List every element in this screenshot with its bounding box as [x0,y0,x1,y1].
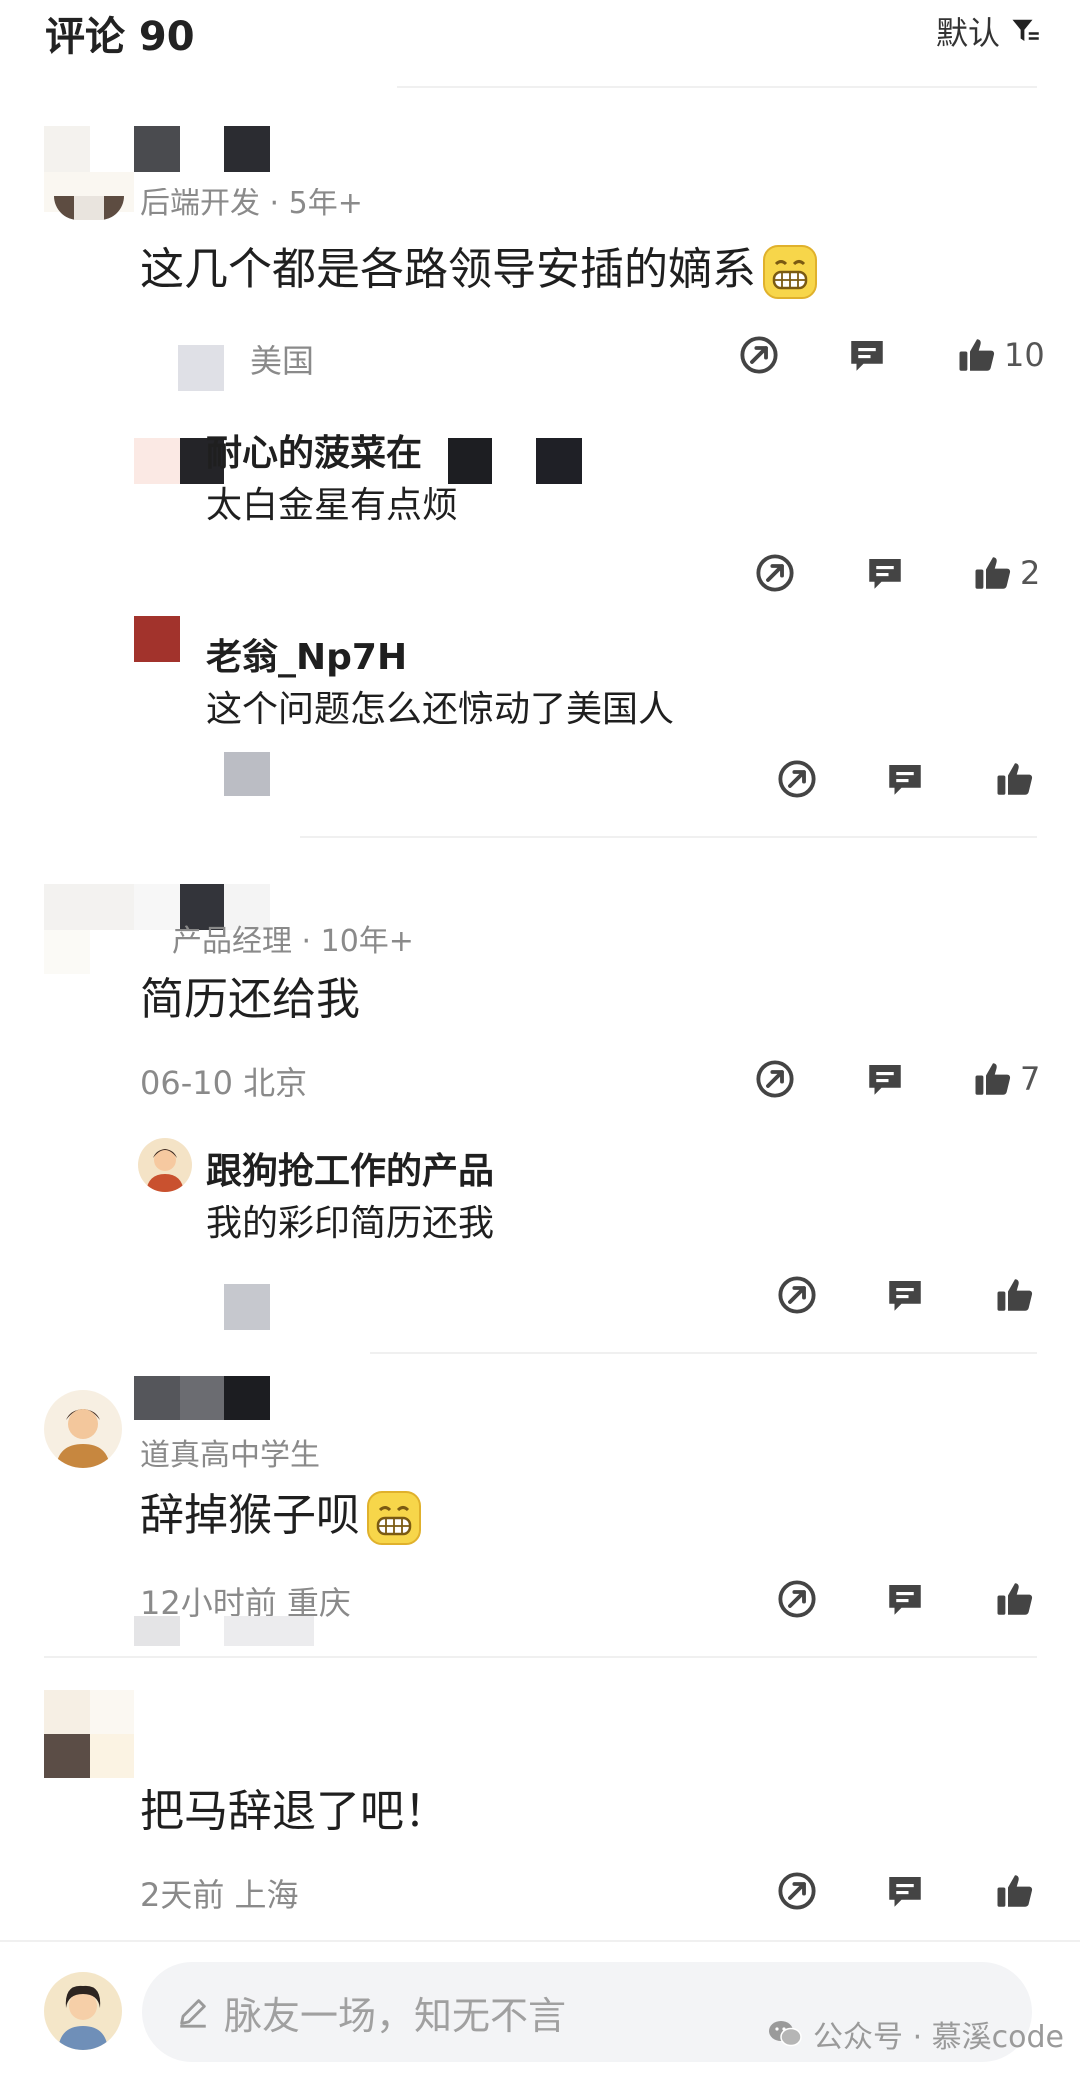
share-icon [776,1870,818,1912]
divider [44,1656,1037,1658]
comment-icon [884,758,926,800]
my-avatar[interactable] [44,1972,122,2050]
divider [397,86,1037,88]
username-mosaic [448,438,582,484]
thumbs-up-icon [972,1058,1014,1100]
share-icon [776,1274,818,1316]
reply-button[interactable] [864,1058,906,1100]
share-button[interactable] [776,758,818,800]
share-icon [754,552,796,594]
share-icon [776,1578,818,1620]
username-mosaic [134,126,270,172]
reply-button[interactable] [884,1274,926,1316]
comment-icon [884,1578,926,1620]
comment-meta: 美国 [250,342,315,380]
page-title: 评论 90 [45,14,195,60]
divider [370,1352,1037,1354]
user-meta: 产品经理 · 10年+ [172,924,414,959]
like-button[interactable]: 7 [972,1058,1040,1100]
wechat-icon [769,2021,802,2047]
like-button[interactable] [994,1578,1042,1620]
comment-icon [864,1058,906,1100]
like-button[interactable] [994,1274,1042,1316]
share-button[interactable] [776,1274,818,1316]
person-avatar-icon [56,1409,110,1468]
meta-mosaic [224,1284,270,1330]
user-meta: 道真高中学生 [140,1438,320,1473]
like-count: 10 [1004,336,1045,374]
share-icon [754,1058,796,1100]
share-button[interactable] [754,1058,796,1100]
thumbs-up-icon [972,552,1014,594]
comment-text: 这几个都是各路领导安插的嫡系 [140,242,820,302]
watermark: 公众号 · 慕溪code [767,2012,1064,2056]
share-button[interactable] [738,334,780,376]
person-avatar-icon [58,1985,108,2050]
thumbs-up-icon [994,1274,1036,1316]
pencil-icon [180,1999,206,2028]
like-count: 2 [1020,554,1041,592]
reply-text: 这个问题怎么还惊动了美国人 [206,689,675,730]
reply-username[interactable]: 老翁_Np7H [206,628,407,680]
share-icon [776,758,818,800]
share-icon [738,334,780,376]
share-button[interactable] [776,1578,818,1620]
like-button[interactable]: 10 [956,334,1045,376]
sort-dropdown[interactable]: 默认 [936,8,1040,54]
user-meta: 后端开发 · 5年+ [140,188,363,220]
comment-text: 把马辞退了吧！ [140,1786,448,1837]
meta-mosaic [134,1616,360,1646]
comment-meta: 2天前 上海 [140,1876,299,1914]
divider [0,1940,1080,1942]
comment-text: 辞掉猴子呗 [140,1488,424,1548]
like-count: 7 [1020,1060,1041,1098]
filter-icon [1012,19,1039,41]
comment-icon [864,552,906,594]
meta-mosaic [224,752,270,796]
comment-icon [884,1870,926,1912]
reply-button[interactable] [884,758,926,800]
sort-label: 默认 [935,14,1000,52]
divider [300,836,1037,838]
reply-username[interactable]: 耐心的菠菜在 [206,424,422,476]
input-placeholder: 脉友一场，知无不言 [224,1993,567,2038]
thumbs-up-icon [994,1870,1036,1912]
reply-button[interactable] [884,1578,926,1620]
avatar[interactable] [44,1690,134,1778]
like-button[interactable]: 2 [972,552,1040,594]
share-button[interactable] [754,552,796,594]
comment-meta: 06-10 北京 [140,1064,308,1102]
watermark-text: 公众号 · 慕溪code [813,2020,1064,2055]
comment-text: 简历还给我 [140,974,360,1025]
comment-icon [884,1274,926,1316]
like-button[interactable] [994,1870,1042,1912]
thumbs-up-icon [994,758,1036,800]
grin-emoji-icon [763,245,817,299]
reply-button[interactable] [864,552,906,594]
reply-button[interactable] [846,334,888,376]
reply-text: 我的彩印简历还我 [206,1203,495,1244]
grin-emoji-icon [367,1491,421,1545]
avatar[interactable] [44,1390,122,1468]
reply-avatar[interactable] [138,1138,192,1192]
reply-text: 太白金星有点烦 [206,485,459,526]
username-mosaic [134,1376,270,1420]
thumbs-up-icon [956,334,998,376]
share-button[interactable] [776,1870,818,1912]
reply-username[interactable]: 跟狗抢工作的产品 [206,1142,494,1194]
person-avatar-icon [146,1149,184,1192]
thumbs-up-icon [994,1578,1036,1620]
reply-button[interactable] [884,1870,926,1912]
avatar[interactable] [44,126,134,220]
like-button[interactable] [994,758,1042,800]
comment-icon [846,334,888,376]
